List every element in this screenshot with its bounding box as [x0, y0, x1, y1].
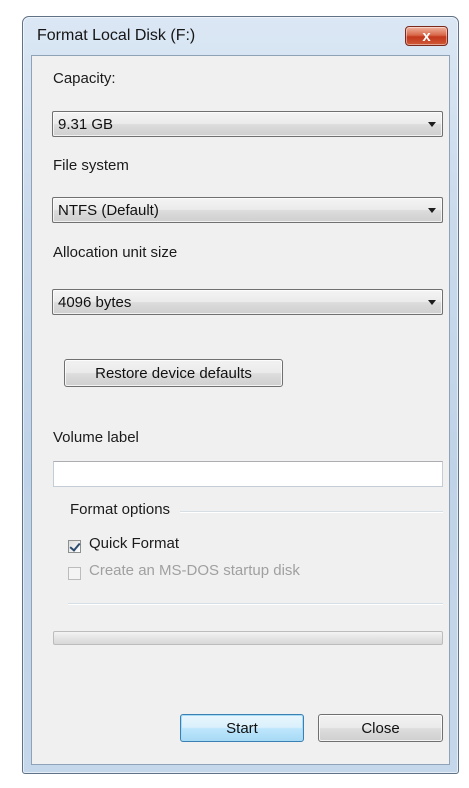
- volume-label-input[interactable]: [53, 461, 443, 487]
- format-options-label: Format options: [70, 501, 171, 518]
- format-progress-bar: [53, 631, 443, 645]
- quick-format-checkbox[interactable]: [68, 540, 81, 553]
- close-button[interactable]: Close: [318, 714, 443, 742]
- close-icon: x: [422, 27, 431, 45]
- capacity-dropdown[interactable]: 9.31 GB: [52, 111, 443, 137]
- msdos-startup-checkbox: [68, 567, 81, 580]
- start-button[interactable]: Start: [180, 714, 304, 742]
- chevron-down-icon: [428, 122, 436, 127]
- window-close-button[interactable]: x: [405, 26, 448, 46]
- quick-format-label: Quick Format: [89, 535, 180, 552]
- window-title: Format Local Disk (F:): [37, 27, 196, 44]
- msdos-startup-label: Create an MS-DOS startup disk: [89, 562, 300, 579]
- file-system-value: NTFS (Default): [58, 202, 159, 219]
- file-system-label: File system: [53, 157, 129, 174]
- capacity-label: Capacity:: [53, 70, 116, 87]
- dialog-client-area: Capacity: 9.31 GB File system NTFS (Defa…: [31, 55, 450, 765]
- format-options-separator: [180, 511, 443, 513]
- allocation-unit-size-value: 4096 bytes: [58, 294, 132, 311]
- format-dialog-window: Format Local Disk (F:) x Capacity: 9.31 …: [22, 16, 459, 774]
- allocation-unit-size-label: Allocation unit size: [53, 244, 178, 261]
- volume-label-label: Volume label: [53, 429, 139, 446]
- allocation-unit-size-dropdown[interactable]: 4096 bytes: [52, 289, 443, 315]
- progress-separator: [68, 603, 443, 605]
- restore-device-defaults-button[interactable]: Restore device defaults: [64, 359, 283, 387]
- chevron-down-icon: [428, 300, 436, 305]
- chevron-down-icon: [428, 208, 436, 213]
- file-system-dropdown[interactable]: NTFS (Default): [52, 197, 443, 223]
- capacity-value: 9.31 GB: [58, 116, 114, 133]
